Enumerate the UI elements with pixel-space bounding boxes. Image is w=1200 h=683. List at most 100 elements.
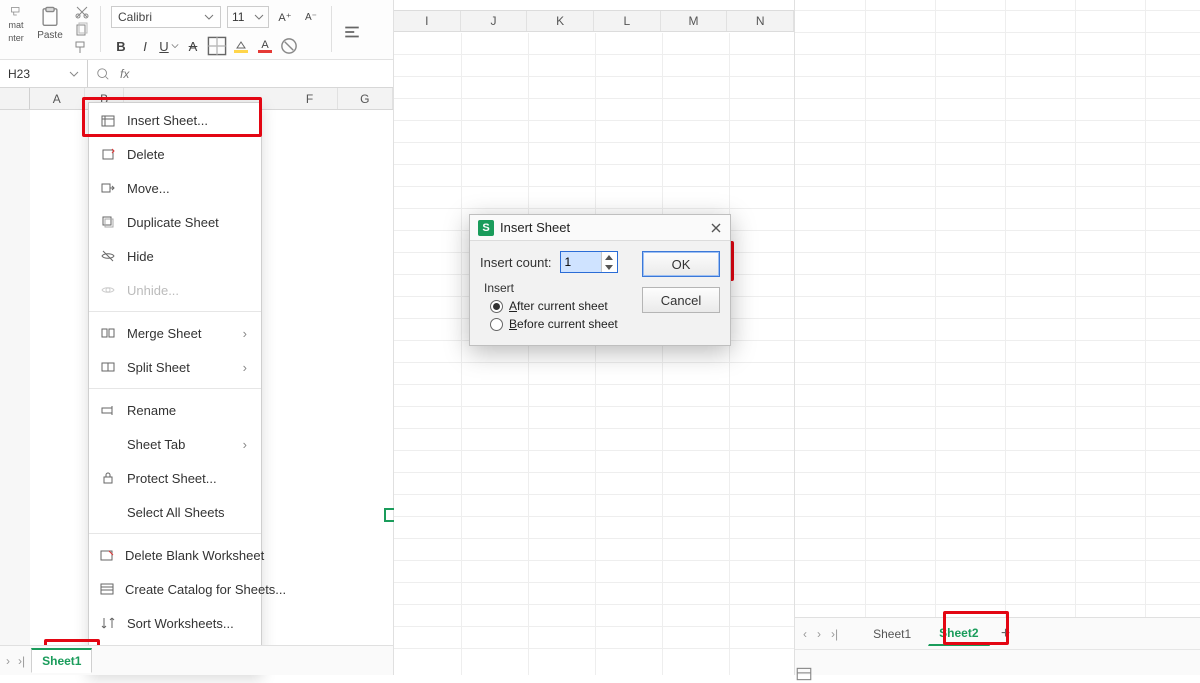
underline-button[interactable]: U	[159, 36, 179, 56]
paste-button[interactable]: Paste	[30, 4, 70, 43]
column-header[interactable]: F	[282, 88, 337, 109]
dialog-titlebar[interactable]: S Insert Sheet	[470, 215, 730, 241]
sheet-nav-last[interactable]: ›|	[16, 654, 27, 668]
menu-sort-worksheets[interactable]: Sort Worksheets...	[89, 606, 261, 640]
sheet-context-menu: Insert Sheet... Delete Move... Duplicate…	[88, 102, 262, 675]
font-name-value: Calibri	[118, 10, 152, 24]
sheet-tab-sheet1[interactable]: Sheet1	[31, 648, 92, 673]
insert-sheet-icon	[99, 111, 117, 129]
close-icon[interactable]	[710, 222, 722, 234]
menu-label: Rename	[127, 403, 176, 418]
select-all-corner[interactable]	[0, 88, 30, 109]
decrease-font-icon[interactable]: A⁻	[301, 7, 321, 27]
menu-split-sheet[interactable]: Split Sheet ›	[89, 350, 261, 384]
menu-protect-sheet[interactable]: Protect Sheet...	[89, 461, 261, 495]
sheet-nav-next[interactable]: ›	[815, 627, 823, 641]
column-header[interactable]: I	[394, 11, 461, 31]
format-painter-icon[interactable]	[74, 40, 90, 56]
chevron-down-icon	[171, 42, 179, 50]
menu-merge-sheet[interactable]: Merge Sheet ›	[89, 316, 261, 350]
sheet-tab-sheet1[interactable]: Sheet1	[862, 622, 922, 645]
ribbon-separator	[100, 6, 101, 52]
fill-color-button[interactable]	[231, 36, 251, 56]
column-header[interactable]: J	[461, 11, 528, 31]
cancel-button[interactable]: Cancel	[642, 287, 720, 313]
cell-cursor	[384, 508, 394, 522]
font-name-combo[interactable]: Calibri	[111, 6, 221, 28]
menu-sheet-tab[interactable]: Sheet Tab ›	[89, 427, 261, 461]
menu-create-catalog[interactable]: Create Catalog for Sheets...	[89, 572, 261, 606]
merge-icon	[99, 324, 117, 342]
insert-count-input[interactable]	[561, 252, 601, 272]
column-header[interactable]: G	[338, 88, 393, 109]
menu-label: Move...	[127, 181, 170, 196]
move-sheet-icon	[99, 179, 117, 197]
radio-before-current[interactable]: Before current sheet	[490, 317, 632, 331]
format-painter-button[interactable]: mat nter	[6, 4, 26, 46]
radio-after-current[interactable]: After current sheet	[490, 299, 632, 313]
app-icon: S	[478, 220, 494, 236]
column-header[interactable]: A	[30, 88, 85, 109]
split-icon	[99, 358, 117, 376]
radio-icon	[490, 318, 503, 331]
sheet-tab-sheet2[interactable]: Sheet2	[928, 621, 989, 646]
copy-icon[interactable]	[74, 22, 90, 38]
menu-separator	[89, 311, 261, 312]
font-size-value: 11	[232, 10, 244, 24]
column-header[interactable]: N	[727, 11, 794, 31]
reading-layout-icon[interactable]	[795, 665, 1200, 683]
sheet-nav-last[interactable]: ›|	[829, 627, 840, 641]
sheet-tab-label: Sheet2	[939, 626, 978, 640]
menu-delete-blank[interactable]: Delete Blank Worksheet	[89, 538, 261, 572]
borders-button[interactable]	[207, 36, 227, 56]
sheet-nav-next[interactable]: ›	[4, 654, 12, 668]
spin-up-icon[interactable]	[602, 252, 617, 262]
name-box[interactable]: H23	[0, 60, 88, 87]
menu-select-all-sheets[interactable]: Select All Sheets	[89, 495, 261, 529]
column-header[interactable]: L	[594, 11, 661, 31]
unhide-icon	[99, 281, 117, 299]
italic-button[interactable]: I	[135, 36, 155, 56]
chevron-right-icon: ›	[243, 360, 247, 375]
menu-move[interactable]: Move...	[89, 171, 261, 205]
menu-delete[interactable]: Delete	[89, 137, 261, 171]
cancel-label: Cancel	[661, 293, 701, 308]
menu-insert-sheet[interactable]: Insert Sheet...	[89, 103, 261, 137]
strikethrough-button[interactable]: A	[183, 36, 203, 56]
increase-font-icon[interactable]: A⁺	[275, 7, 295, 27]
menu-label: Delete	[127, 147, 165, 162]
cut-icon[interactable]	[74, 4, 90, 20]
insert-count-spinner[interactable]	[560, 251, 618, 273]
fx-icon[interactable]: fx	[120, 67, 129, 81]
ok-button[interactable]: OK	[642, 251, 720, 277]
menu-label: Sort Worksheets...	[127, 616, 234, 631]
sheet-nav-prev[interactable]: ‹	[801, 627, 809, 641]
sheet-tab-strip: › ›| Sheet1	[0, 645, 393, 675]
column-header[interactable]: M	[661, 11, 728, 31]
menu-duplicate[interactable]: Duplicate Sheet	[89, 205, 261, 239]
panel-step3: ‹ › ›| Sheet1 Sheet2 +	[795, 0, 1200, 675]
delete-sheet-icon	[99, 145, 117, 163]
font-size-combo[interactable]: 11	[227, 6, 269, 28]
zoom-icon[interactable]	[96, 67, 110, 81]
menu-hide[interactable]: Hide	[89, 239, 261, 273]
insert-count-label: Insert count:	[480, 255, 552, 270]
ribbon-separator	[331, 6, 332, 52]
spin-down-icon[interactable]	[602, 262, 617, 272]
hide-icon	[99, 247, 117, 265]
font-group: Calibri 11 A⁺ A⁻ B I U A A	[111, 4, 321, 56]
new-sheet-button[interactable]: +	[996, 624, 1016, 644]
font-color-button[interactable]: A	[255, 36, 275, 56]
chevron-down-icon	[254, 12, 264, 22]
bold-button[interactable]: B	[111, 36, 131, 56]
ok-label: OK	[672, 257, 691, 272]
menu-label: Sheet Tab	[127, 437, 185, 452]
align-left-icon[interactable]	[342, 22, 362, 42]
menu-rename[interactable]: Rename	[89, 393, 261, 427]
clear-formatting-icon[interactable]	[279, 36, 299, 56]
column-header[interactable]: K	[527, 11, 594, 31]
status-bar	[795, 649, 1200, 675]
insert-sheet-dialog: S Insert Sheet Insert count:	[469, 214, 731, 346]
duplicate-icon	[99, 213, 117, 231]
paste-label: Paste	[37, 30, 63, 41]
